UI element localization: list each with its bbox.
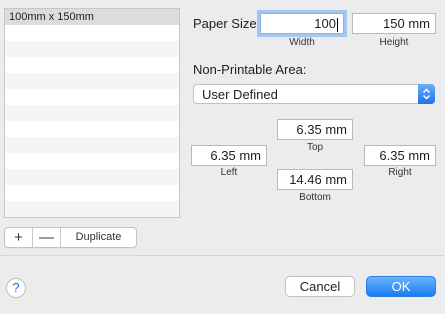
right-margin-field[interactable]: 6.35 mm — [364, 145, 436, 166]
text-caret — [337, 17, 338, 32]
list-row-empty — [5, 57, 179, 73]
footer-divider — [0, 255, 445, 256]
help-button[interactable]: ? — [6, 278, 26, 298]
duplicate-button[interactable]: Duplicate — [61, 228, 136, 247]
list-controls: + — Duplicate — [4, 227, 137, 248]
list-row-empty — [5, 105, 179, 121]
paper-size-list[interactable]: 100mm x 150mm — [4, 8, 180, 218]
list-row-empty — [5, 121, 179, 137]
top-caption: Top — [306, 142, 324, 153]
width-value: 100 — [314, 16, 336, 31]
list-row-empty — [5, 169, 179, 185]
bottom-margin-field[interactable]: 14.46 mm — [277, 169, 353, 190]
selected-option: User Defined — [202, 87, 278, 102]
cancel-button[interactable]: Cancel — [285, 276, 355, 297]
list-row-empty — [5, 137, 179, 153]
height-field[interactable]: 150 mm — [352, 13, 436, 34]
left-caption: Left — [220, 167, 238, 178]
list-row-empty — [5, 185, 179, 201]
up-down-chevron-icon — [418, 84, 435, 104]
non-printable-area-select[interactable]: User Defined — [193, 84, 435, 104]
top-margin-field[interactable]: 6.35 mm — [277, 119, 353, 140]
left-margin-field[interactable]: 6.35 mm — [191, 145, 267, 166]
list-row-empty — [5, 41, 179, 57]
list-item[interactable]: 100mm x 150mm — [5, 9, 179, 25]
ok-button[interactable]: OK — [366, 276, 436, 297]
right-caption: Right — [388, 167, 412, 178]
list-row-empty — [5, 201, 179, 217]
bottom-caption: Bottom — [299, 192, 331, 203]
height-caption: Height — [379, 37, 409, 48]
list-row-empty — [5, 73, 179, 89]
width-field[interactable]: 100 — [260, 13, 344, 34]
add-button[interactable]: + — [5, 228, 33, 247]
list-row-empty — [5, 89, 179, 105]
non-printable-area-label: Non-Printable Area: — [193, 62, 307, 77]
remove-button[interactable]: — — [33, 228, 61, 247]
list-row-empty — [5, 153, 179, 169]
paper-size-label: Paper Size: — [193, 16, 261, 31]
list-row-empty — [5, 25, 179, 41]
width-caption: Width — [289, 37, 315, 48]
